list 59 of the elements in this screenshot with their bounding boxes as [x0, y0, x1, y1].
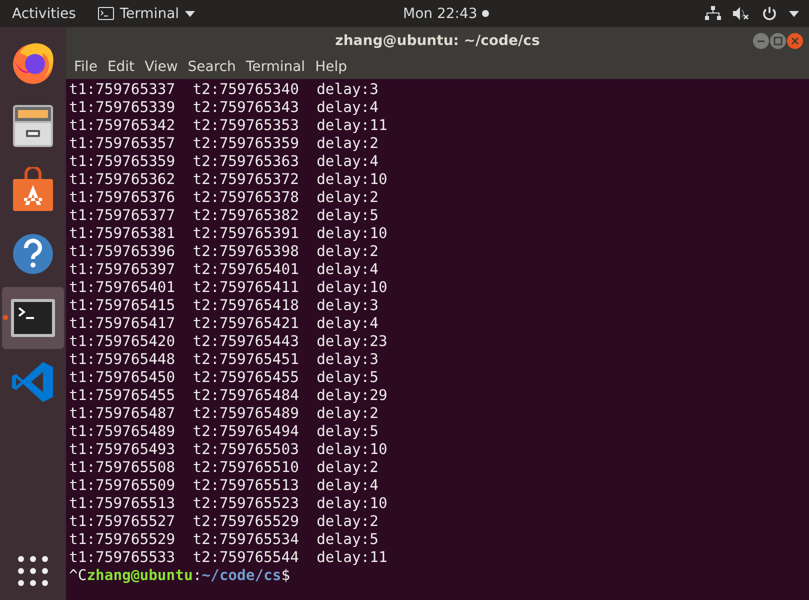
- app-grid-icon[interactable]: [18, 556, 48, 586]
- help-icon: [11, 232, 55, 276]
- output-line: t1:759765397 t2:759765401 delay:4: [69, 261, 380, 279]
- output-line: t1:759765359 t2:759765363 delay:4: [69, 153, 380, 171]
- prompt-separator: :: [192, 567, 202, 584]
- interrupt-text: ^C: [69, 567, 87, 584]
- output-line: t1:759765381 t2:759765391 delay:10: [69, 225, 388, 243]
- output-line: t1:759765342 t2:759765353 delay:11: [69, 117, 388, 135]
- menu-item[interactable]: Help: [310, 59, 352, 75]
- close-icon[interactable]: [787, 33, 803, 49]
- caret-icon: [185, 10, 196, 16]
- app-menu[interactable]: Terminal: [98, 6, 196, 22]
- prompt-user-host: zhang@ubuntu: [86, 567, 193, 584]
- dock-item[interactable]: [2, 287, 64, 349]
- output-line: t1:759765487 t2:759765489 delay:2: [69, 405, 380, 423]
- output-line: t1:759765508 t2:759765510 delay:2: [69, 459, 380, 477]
- caret-icon[interactable]: [789, 10, 799, 16]
- power-icon[interactable]: [762, 6, 777, 21]
- menu-item[interactable]: Terminal: [240, 59, 310, 75]
- clock[interactable]: Mon 22:43: [403, 6, 478, 22]
- output-line: t1:759765362 t2:759765372 delay:10: [69, 171, 388, 189]
- output-line: t1:759765339 t2:759765343 delay:4: [69, 99, 380, 117]
- output-line: t1:759765396 t2:759765398 delay:2: [69, 243, 380, 261]
- notification-dot-icon: [482, 10, 490, 17]
- output-line: t1:759765527 t2:759765529 delay:2: [69, 513, 380, 531]
- output-line: t1:759765417 t2:759765421 delay:4: [69, 315, 380, 333]
- muted-speaker-icon[interactable]: [733, 6, 750, 21]
- terminal-icon: [98, 7, 114, 20]
- code-editor-icon: [11, 360, 55, 404]
- output-line: t1:759765401 t2:759765411 delay:10: [69, 279, 388, 297]
- prompt-path: ~/code/cs: [202, 567, 282, 584]
- prompt-symbol: $: [281, 567, 290, 584]
- menu-item[interactable]: File: [69, 59, 102, 75]
- window-title: zhang@ubuntu: ~/code/cs: [335, 33, 540, 49]
- output-line: t1:759765455 t2:759765484 delay:29: [69, 387, 388, 405]
- output-line: t1:759765420 t2:759765443 delay:23: [69, 333, 388, 351]
- shopping-bag-icon: [11, 167, 55, 213]
- output-line: t1:759765448 t2:759765451 delay:3: [69, 351, 380, 369]
- terminal-icon: [10, 298, 56, 338]
- menu-item[interactable]: View: [140, 59, 183, 75]
- network-icon[interactable]: [705, 6, 721, 21]
- output-line: t1:759765493 t2:759765503 delay:10: [69, 441, 388, 459]
- maximize-icon[interactable]: [770, 33, 786, 49]
- output-line: t1:759765337 t2:759765340 delay:3: [69, 81, 380, 99]
- output-line: t1:759765509 t2:759765513 delay:4: [69, 477, 380, 495]
- output-line: t1:759765513 t2:759765523 delay:10: [69, 495, 388, 513]
- output-line: t1:759765533 t2:759765544 delay:11: [69, 549, 388, 567]
- output-line: t1:759765529 t2:759765534 delay:5: [69, 531, 380, 549]
- output-line: t1:759765357 t2:759765359 delay:2: [69, 135, 380, 153]
- output-line: t1:759765489 t2:759765494 delay:5: [69, 423, 380, 441]
- output-line: t1:759765376 t2:759765378 delay:2: [69, 189, 380, 207]
- output-line: t1:759765377 t2:759765382 delay:5: [69, 207, 380, 225]
- menu-item[interactable]: Edit: [102, 59, 140, 75]
- activities-button[interactable]: Activities: [12, 6, 76, 22]
- minimize-icon[interactable]: [753, 33, 769, 49]
- output-line: t1:759765415 t2:759765418 delay:3: [69, 297, 380, 315]
- output-line: t1:759765450 t2:759765455 delay:5: [69, 369, 380, 387]
- file-cabinet-icon: [11, 103, 55, 149]
- menu-item[interactable]: Search: [182, 59, 241, 75]
